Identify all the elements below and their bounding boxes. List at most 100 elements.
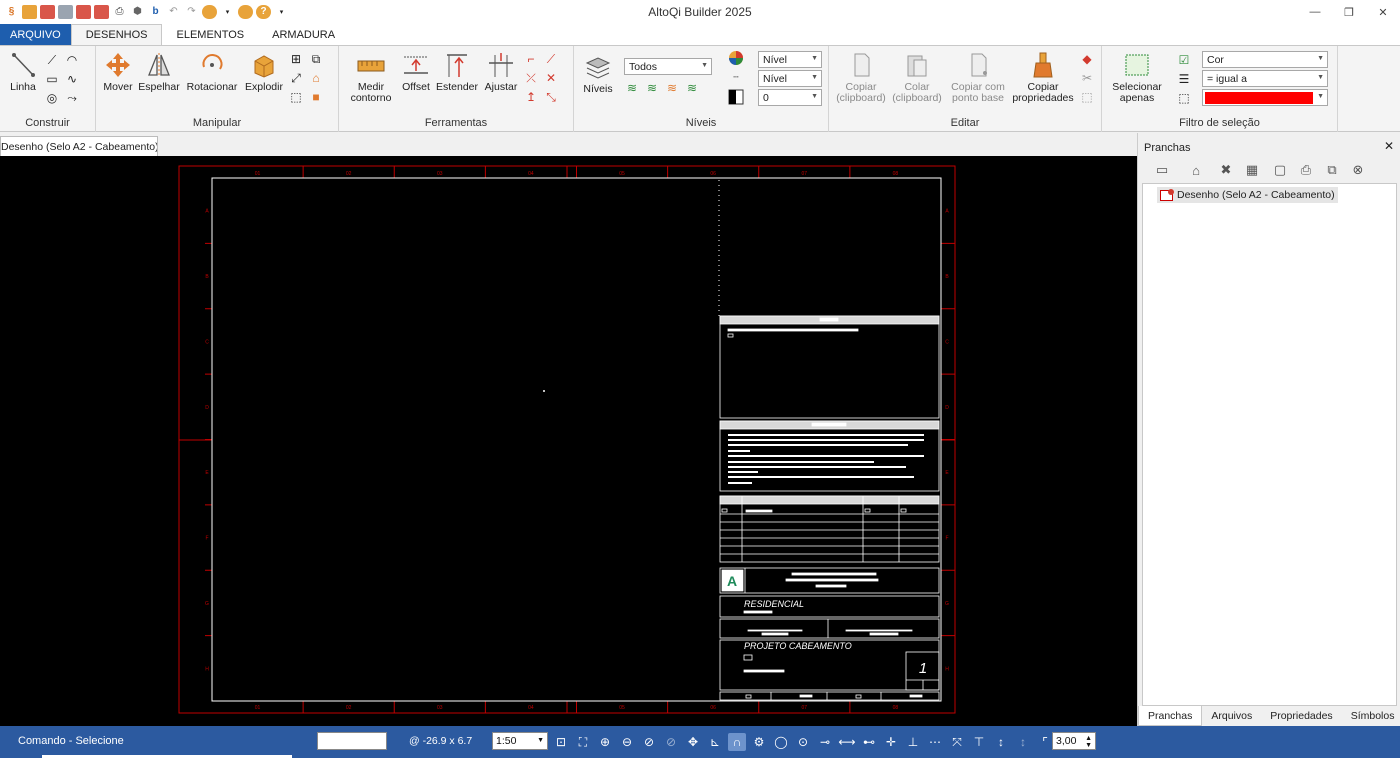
settings-icon[interactable] [238, 5, 253, 19]
arc-icon[interactable]: ◠ [64, 52, 80, 68]
fill-icon[interactable]: ■ [308, 89, 324, 105]
snap-nearest-icon[interactable]: ⊷ [860, 733, 878, 751]
snap-intersection-icon[interactable]: ✛ [882, 733, 900, 751]
drawing-canvas[interactable]: 01 02 03 04 05 06 07 08 01 02 03 04 05 06 07 08 A B C D E F… [0, 156, 1137, 726]
fillet-icon[interactable]: ⌐ [523, 51, 539, 67]
line-mode-select[interactable]: Nível ▼ [758, 70, 822, 87]
level-on-icon[interactable]: ≋ [624, 80, 640, 96]
filter-operator-select[interactable]: = igual a ▼ [1202, 70, 1328, 87]
tab-propriedades[interactable]: Propriedades [1261, 706, 1341, 726]
snap-vertical-icon[interactable]: ↕ [992, 733, 1010, 751]
offset-button[interactable]: Offset [399, 50, 433, 93]
snap-cross-icon[interactable]: ⤧ [948, 733, 966, 751]
estender-button[interactable]: Estender [435, 50, 479, 93]
chamfer-icon[interactable]: ⟋ [543, 51, 559, 67]
snap-disabled-icon[interactable]: ↕ [1014, 733, 1032, 751]
snap-circle-icon[interactable]: ◯ [772, 733, 790, 751]
medir-contorno-button[interactable]: Medir contorno [345, 50, 397, 104]
print-sheet-icon[interactable]: ⎙ [1296, 161, 1316, 179]
rectangle-icon[interactable]: ▭ [44, 71, 60, 87]
snap-perpendicular-icon[interactable]: ⊥ [904, 733, 922, 751]
tree-item-sheet[interactable]: Desenho (Selo A2 - Cabeamento) [1157, 187, 1338, 203]
export-icon[interactable] [94, 5, 109, 19]
break-icon[interactable]: ⤫ [523, 70, 539, 86]
eraser-icon[interactable]: ◆ [1079, 51, 1095, 67]
customize-arrow-icon[interactable]: ▾ [274, 5, 289, 19]
copiar-ponto-base-button[interactable]: Copiar com ponto base [947, 50, 1009, 104]
sheet-copy-icon[interactable]: ⧉ [1322, 161, 1342, 179]
select-similar-icon[interactable]: ⬚ [1079, 89, 1095, 105]
sheet-remove-icon[interactable]: ⊗ [1348, 161, 1368, 179]
filter-pick-icon[interactable]: ⬚ [1176, 90, 1192, 106]
copiar-propriedades-button[interactable]: Copiar propriedades [1011, 50, 1075, 104]
undo-icon[interactable]: ↶ [166, 5, 181, 19]
polyline-icon[interactable]: ⟋ [44, 52, 60, 68]
settings-snap-icon[interactable]: ⚙ [750, 733, 768, 751]
delete-sheet-icon[interactable]: ✖ [1216, 161, 1236, 179]
colar-clipboard-button[interactable]: Colar (clipboard) [891, 50, 943, 104]
close-icon[interactable]: ✕ [1366, 0, 1400, 24]
align-icon[interactable]: ⤡ [543, 89, 559, 105]
zoom-disabled-icon[interactable]: ⊘ [662, 733, 680, 751]
level-filter-select[interactable]: Todos ▼ [624, 58, 712, 75]
level-off-icon[interactable]: ≋ [644, 80, 660, 96]
zoom-in-icon[interactable]: ⊕ [596, 733, 614, 751]
linha-button[interactable]: Linha [6, 50, 40, 93]
filter-list-icon[interactable]: ☰ [1176, 71, 1192, 87]
snap-extension-icon[interactable]: ⋯ [926, 733, 944, 751]
snap-parallel-icon[interactable]: ⊤ [970, 733, 988, 751]
color-mode-select[interactable]: Nível ▼ [758, 51, 822, 68]
color-wheel-icon[interactable] [728, 50, 744, 66]
scale-icon[interactable]: ⤢ [288, 70, 304, 86]
copiar-clipboard-button[interactable]: Copiar (clipboard) [835, 50, 887, 104]
curve-icon[interactable]: ∿ [64, 71, 80, 87]
rotacionar-button[interactable]: Rotacionar [184, 50, 240, 93]
zoom-window-icon[interactable]: ⊡ [552, 733, 570, 751]
app-logo-icon[interactable]: § [4, 5, 19, 19]
espelhar-button[interactable]: Espelhar [138, 50, 180, 93]
panel-close-icon[interactable]: ✕ [1384, 139, 1394, 153]
document-tab[interactable]: Desenho (Selo A2 - Cabeamento) ✕ [0, 136, 158, 156]
tab-pranchas[interactable]: Pranchas [1138, 706, 1203, 726]
save-icon[interactable] [58, 5, 73, 19]
new-sheet-icon[interactable]: ▭ [1152, 161, 1172, 179]
join-icon[interactable]: ✕ [543, 70, 559, 86]
filter-value-color-select[interactable]: ▼ [1202, 89, 1328, 106]
sheet-properties-icon[interactable]: ▦ [1242, 161, 1262, 179]
value-stepper[interactable]: 3,00 ▲ ▼ [1052, 732, 1096, 750]
scale-select[interactable]: 1:50 ▼ [492, 732, 548, 750]
minimize-icon[interactable]: — [1298, 0, 1332, 24]
block-icon[interactable]: ⌂ [308, 70, 324, 86]
bold-b-icon[interactable]: b [148, 5, 163, 19]
open-file-icon[interactable] [40, 5, 55, 19]
tab-arquivo[interactable]: ARQUIVO [0, 24, 71, 45]
niveis-button[interactable]: Níveis [580, 52, 616, 95]
tab-armadura[interactable]: ARMADURA [258, 24, 349, 45]
scissors-icon[interactable]: ✂ [1079, 70, 1095, 86]
ortho-icon[interactable]: ⊾ [706, 733, 724, 751]
zoom-previous-icon[interactable]: ⊘ [640, 733, 658, 751]
explodir-button[interactable]: Explodir [242, 50, 286, 93]
print-icon[interactable]: ⎙ [112, 5, 127, 19]
array-icon[interactable]: ⊞ [288, 51, 304, 67]
filter-check-icon[interactable]: ☑ [1176, 52, 1192, 68]
tab-arquivos[interactable]: Arquivos [1202, 706, 1261, 726]
restore-icon[interactable]: ❐ [1332, 0, 1366, 24]
circle-icon[interactable]: ◎ [44, 90, 60, 106]
snap-endpoint-icon[interactable]: ⟷ [838, 733, 856, 751]
snap-midpoint-icon[interactable]: ⊸ [816, 733, 834, 751]
selecionar-apenas-button[interactable]: Selecionar apenas [1106, 50, 1168, 104]
filter-property-select[interactable]: Cor ▼ [1202, 51, 1328, 68]
save-as-icon[interactable] [76, 5, 91, 19]
help-icon[interactable]: ? [256, 5, 271, 19]
level-current-icon[interactable]: ≋ [684, 80, 700, 96]
hexagon-icon[interactable]: ⬢ [130, 5, 145, 19]
group-icon[interactable]: ⬚ [288, 89, 304, 105]
spline-icon[interactable]: ⤳ [64, 90, 80, 106]
tab-simbolos[interactable]: Símbolos [1342, 706, 1400, 726]
line-style-icon[interactable]: ┄ [728, 69, 744, 85]
zoom-out-icon[interactable]: ⊖ [618, 733, 636, 751]
level-lock-icon[interactable]: ≋ [664, 80, 680, 96]
tab-elementos[interactable]: ELEMENTOS [162, 24, 258, 45]
new-file-icon[interactable] [22, 5, 37, 19]
